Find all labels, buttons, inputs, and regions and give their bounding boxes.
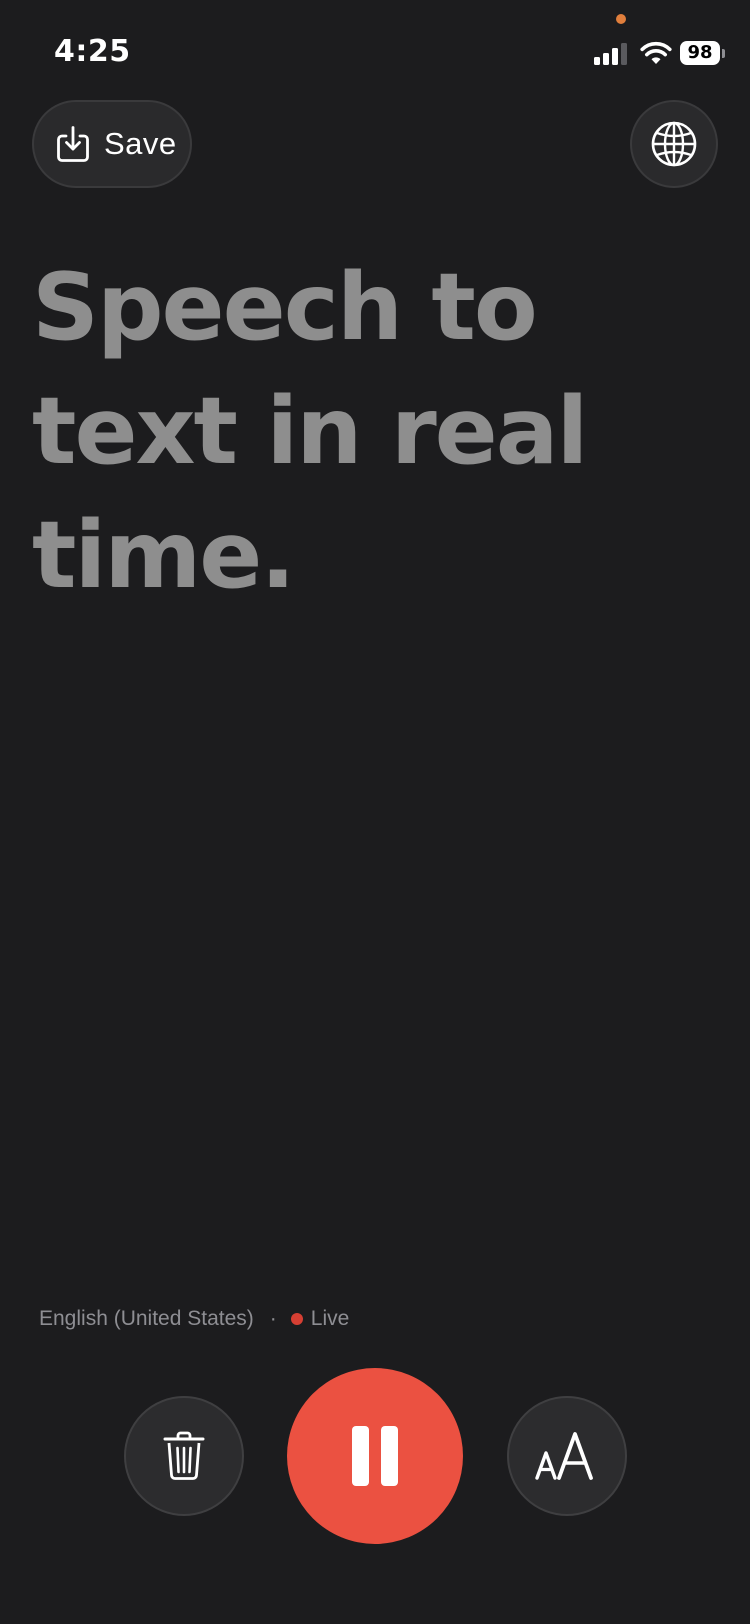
save-download-icon: [57, 126, 89, 162]
privacy-indicator-dot: [616, 14, 626, 24]
battery-body: 98: [680, 41, 720, 65]
language-label: English (United States): [39, 1307, 254, 1330]
status-bar: 4:25 98: [0, 0, 750, 100]
live-indicator-dot: [290, 1313, 303, 1325]
separator-dot: ·: [269, 1307, 277, 1330]
globe-icon: [651, 121, 697, 167]
battery-level: 98: [687, 42, 713, 63]
text-size-icon: [535, 1432, 593, 1480]
delete-button[interactable]: [124, 1396, 244, 1516]
session-status: English (United States) · Live: [39, 1305, 349, 1333]
text-size-button[interactable]: [507, 1396, 627, 1516]
app-screen: 4:25 98 Save Speech to text in real time…: [0, 0, 750, 1624]
pause-button[interactable]: [287, 1368, 463, 1544]
wifi-icon: [640, 41, 672, 64]
save-button[interactable]: Save: [32, 100, 192, 188]
save-label: Save: [104, 126, 177, 161]
trash-icon: [163, 1431, 205, 1480]
battery-cap: [722, 49, 725, 58]
status-time: 4:25: [54, 34, 131, 69]
battery-icon: 98: [680, 41, 725, 67]
live-label: Live: [310, 1307, 350, 1330]
pause-icon: [352, 1426, 398, 1486]
language-button[interactable]: [630, 100, 718, 188]
transcript-text: Speech to text in real time.: [32, 253, 588, 609]
signal-icon: [594, 43, 627, 65]
